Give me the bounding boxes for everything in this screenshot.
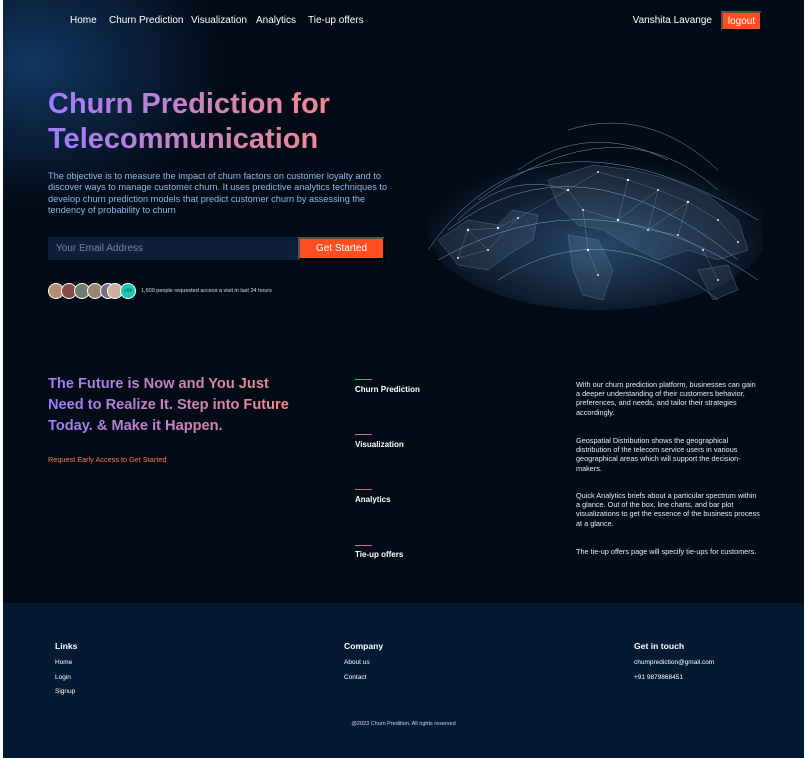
hero-title-line1: Churn Prediction for: [48, 88, 330, 120]
nav-analytics[interactable]: Analytics: [256, 15, 296, 26]
footer-email[interactable]: chumprediction@gmail.com: [634, 659, 714, 666]
nav-churn-prediction[interactable]: Churn Prediction: [109, 15, 183, 26]
feature-analytics-desc: Quick Analytics briefs about a particula…: [576, 491, 760, 528]
world-network-globe-icon: [427, 122, 763, 310]
page: Home Churn Prediction Visualization Anal…: [3, 0, 804, 758]
hero-title: Churn Prediction for Telecommunication: [48, 87, 368, 157]
feature-churn-prediction-title: Churn Prediction: [355, 385, 420, 394]
copyright-text: @2023 Churn Predition. All rights reserv…: [351, 721, 456, 727]
feature-divider: [355, 489, 372, 490]
footer-link-home[interactable]: Home: [55, 659, 72, 666]
footer-link-about[interactable]: About us: [344, 659, 370, 666]
footer: Links Home Login Signup Company About us…: [3, 603, 804, 758]
nav-visualization[interactable]: Visualization: [191, 15, 247, 26]
feature-churn-prediction-desc: With our churn prediction platform, busi…: [576, 380, 756, 417]
footer-link-signup[interactable]: Signup: [55, 688, 75, 695]
avatar-more-badge: +6k: [120, 283, 136, 299]
feature-tie-up-offers-title: Tie-up offers: [355, 550, 404, 559]
nav-home[interactable]: Home: [70, 15, 97, 26]
feature-visualization-title: Visualization: [355, 440, 404, 449]
top-nav: Home Churn Prediction Visualization Anal…: [3, 0, 804, 42]
footer-link-contact[interactable]: Contact: [344, 674, 366, 681]
user-name: Vanshita Lavange: [632, 15, 712, 26]
feature-divider: [355, 379, 372, 380]
hero-description: The objective is to measure the impact o…: [48, 171, 388, 215]
feature-divider: [355, 434, 372, 435]
future-title: The Future is Now and You Just Need to R…: [48, 374, 308, 437]
feature-divider: [355, 545, 372, 546]
email-input[interactable]: Your Email Address: [48, 237, 298, 260]
hero-title-line2: Telecommunication: [48, 123, 319, 155]
feature-visualization-desc: Geospatial Distribution shows the geogra…: [576, 436, 741, 473]
footer-company-heading: Company: [344, 641, 384, 651]
footer-phone: +91 9879868451: [634, 674, 683, 681]
feature-tie-up-offers-desc: The tie-up offers page will specify tie-…: [576, 547, 757, 556]
logout-button[interactable]: logout: [721, 11, 762, 31]
access-count-text: 1,600 people requested access a visit in…: [141, 288, 272, 294]
request-access-link[interactable]: Request Early Access to Get Started: [48, 455, 166, 464]
get-started-button[interactable]: Get Started: [298, 237, 385, 260]
footer-contact-heading: Get in touch: [634, 641, 685, 651]
footer-links-heading: Links: [55, 641, 78, 651]
feature-analytics-title: Analytics: [355, 495, 391, 504]
nav-tie-up-offers[interactable]: Tie-up offers: [308, 15, 364, 26]
footer-link-login[interactable]: Login: [55, 674, 71, 681]
